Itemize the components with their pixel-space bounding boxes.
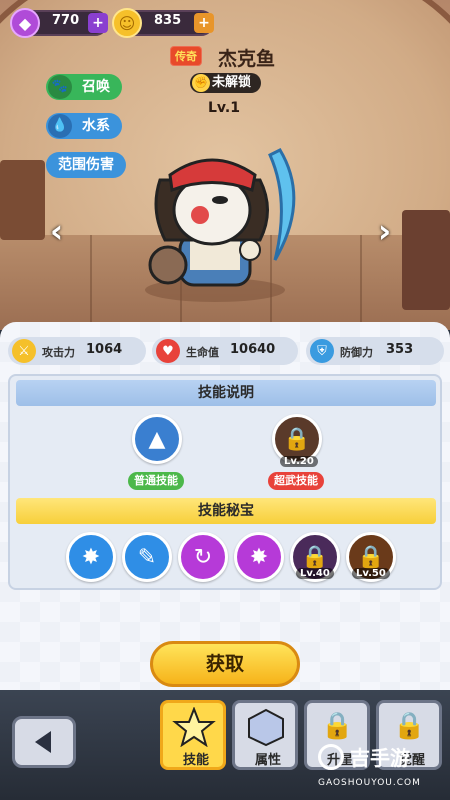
shield-icon: ⛨ (310, 339, 334, 363)
skills-section-title: 技能说明 (16, 380, 436, 406)
stat-label: 生命值 (186, 346, 219, 359)
coin-icon: ☺ (112, 8, 142, 38)
tag-label: 范围伤害 (58, 157, 114, 173)
stat-label: 攻击力 (42, 346, 75, 359)
tab-attributes[interactable]: 属性 (232, 700, 298, 770)
awaken-lock-icon: 🔒 (393, 711, 426, 741)
add-coins-button[interactable]: + (194, 13, 214, 33)
ultimate-skill-label: 超武技能 (268, 472, 324, 490)
back-arrow-icon (35, 731, 51, 753)
hero-name: 杰克鱼 (218, 48, 276, 70)
stat-value: 353 (386, 342, 414, 357)
add-gems-button[interactable]: + (88, 13, 108, 33)
watermark-url: GAOSHOUYOU.COM (318, 778, 421, 788)
normal-skill-icon[interactable]: ▲ (132, 414, 182, 464)
treasure-lock-level: Lv.40 (296, 568, 334, 579)
water-drop-icon: 💧 (48, 114, 72, 138)
hero-character (145, 148, 296, 302)
watermark-logo-icon (318, 744, 344, 770)
floor-plank (90, 235, 92, 330)
ultimate-lock-level: Lv.20 (280, 456, 318, 467)
watermark-brand: 吉手游 (350, 746, 410, 770)
coin-count: 835 (154, 13, 182, 28)
treasure-burst-icon[interactable]: ✸ (66, 532, 116, 582)
hexagon-icon (248, 708, 284, 747)
treasure-scroll-icon[interactable]: ✎ (122, 532, 172, 582)
tab-label: 属性 (254, 753, 281, 768)
tab-skills[interactable]: 技能 (160, 700, 226, 770)
lock-status-label: 未解锁 (212, 75, 252, 90)
gem-icon: ◆ (10, 8, 40, 38)
skills-box: 技能说明 ▲ 普通技能 🔒 Lv.20 超武技能 技能秘宝 ✸ ✎ ↻ ✸ 🔒 … (8, 374, 442, 590)
gem-count: 770 (52, 13, 80, 28)
next-hero-arrow[interactable]: › (378, 212, 391, 250)
stat-attack: ⚔ 攻击力 1064 (8, 337, 146, 365)
paw-icon: 🐾 (48, 75, 72, 99)
stat-value: 1064 (86, 342, 123, 357)
left-shelf (0, 160, 45, 240)
hero-level: Lv.1 (208, 100, 240, 116)
tag-label: 召唤 (82, 79, 110, 95)
treasures-section-title: 技能秘宝 (16, 498, 436, 524)
stat-defense: ⛨ 防御力 353 (306, 337, 444, 365)
tag-summon[interactable]: 🐾 召唤 (46, 74, 122, 100)
watermark: 吉手游 GAOSHOUYOU.COM (318, 738, 450, 798)
floor-plank (360, 235, 362, 330)
tag-label: 水系 (82, 118, 110, 134)
treasure-burst-icon[interactable]: ✸ (234, 532, 284, 582)
sword-icon: ⚔ (12, 339, 36, 363)
stat-health: ♥ 生命值 10640 (152, 337, 298, 365)
star-up-lock-icon: 🔒 (321, 711, 354, 741)
prev-hero-arrow[interactable]: ‹ (50, 212, 63, 250)
rarity-badge: 传奇 (170, 46, 202, 66)
fist-icon: ✊ (192, 74, 210, 92)
stat-value: 10640 (230, 342, 276, 357)
lock-status: ✊ 未解锁 (190, 73, 262, 93)
obtain-button[interactable]: 获取 (150, 641, 300, 687)
treasure-lock-level: Lv.50 (352, 568, 390, 579)
treasure-swirl-icon[interactable]: ↻ (178, 532, 228, 582)
tab-label: 技能 (182, 753, 209, 768)
star-icon (172, 707, 216, 747)
tag-water[interactable]: 💧 水系 (46, 113, 122, 139)
back-button[interactable] (12, 716, 76, 768)
normal-skill-label: 普通技能 (128, 472, 184, 490)
tag-area-damage[interactable]: 范围伤害 (46, 152, 126, 178)
heart-icon: ♥ (156, 339, 180, 363)
stat-label: 防御力 (340, 346, 373, 359)
right-counter (402, 210, 450, 310)
